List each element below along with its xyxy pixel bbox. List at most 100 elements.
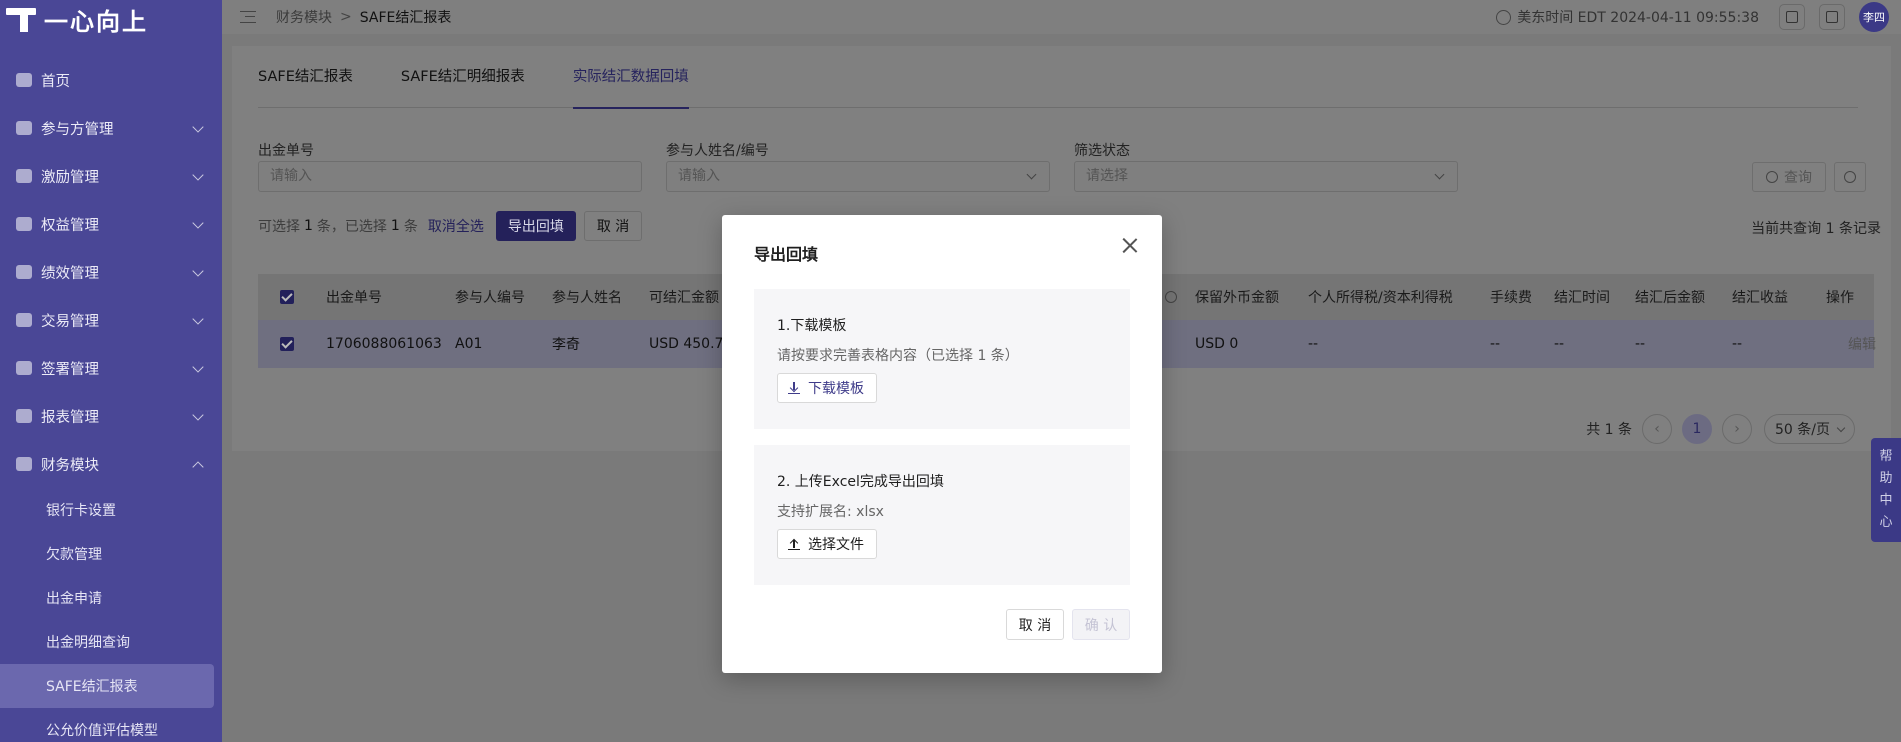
dialog-confirm-button[interactable]: 确 认 [1072,609,1130,640]
step1-title: 1.下载模板 [777,318,847,334]
choose-file-button[interactable]: 选择文件 [777,529,877,559]
edit-link[interactable]: 编辑 [1848,320,1876,368]
sidebar-item-home[interactable]: 首页 [0,56,222,104]
column-header: 结汇后金额 [1635,290,1705,306]
sidebar-item-incentive[interactable]: 激励管理 [0,152,222,200]
status-select[interactable]: 请选择 [1074,161,1458,192]
help-tooltip[interactable] [1163,274,1177,320]
sidebar-subitem-debt[interactable]: 欠款管理 [0,532,222,576]
chevron-down-icon [1026,169,1037,180]
upload-icon [788,538,800,550]
chevron-down-icon [192,169,204,181]
sidebar-item-finance[interactable]: 财务模块 [0,440,222,488]
pagination-total: 共 1 条 [1586,422,1633,438]
participant-select[interactable]: 请输入 [666,161,1050,192]
download-template-button[interactable]: 下载模板 [777,373,877,403]
column-header: 结汇收益 [1732,290,1788,306]
column-header: 参与人编号 [455,290,525,306]
sidebar-item-label: 交易管理 [41,313,99,330]
page-size-select[interactable]: 50 条/页 [1764,414,1855,444]
sidebar-item-label: 权益管理 [41,217,99,234]
query-button[interactable]: 查询 [1752,162,1826,192]
column-header: 操作 [1826,290,1854,306]
order-no-input[interactable]: 请输入 [258,161,642,192]
breadcrumb: 财务模块 > SAFE结汇报表 [276,7,451,27]
sidebar-subitem-fair-value[interactable]: 公允价值评估模型 [0,708,222,742]
choose-file-label: 选择文件 [808,537,864,553]
summary-count: 1 [1825,221,1835,237]
reset-button[interactable] [1834,162,1866,192]
chevron-up-icon [192,461,204,473]
selection-prefix: 可选择 [258,219,300,235]
breadcrumb-current: SAFE结汇报表 [359,10,452,26]
refresh-icon [1844,171,1856,183]
status-placeholder: 请选择 [1086,168,1128,184]
clipboard-icon [1786,11,1798,23]
checkbox-checked-icon [280,290,294,304]
sidebar: 一心向上 首页 参与方管理 激励管理 权益管理 绩效管理 交易管理 签署管理 报… [0,0,222,742]
timezone-clock: 美东时间 EDT 2024-04-11 09:55:38 [1517,10,1759,26]
gift-button[interactable] [1819,4,1845,30]
chevron-down-icon [192,313,204,325]
row-checkbox[interactable] [280,320,294,368]
help-char: 助 [1879,471,1893,486]
sidebar-subitem-withdraw-apply[interactable]: 出金申请 [0,576,222,620]
participant-placeholder: 请输入 [678,168,720,184]
dialog-title: 导出回填 [754,245,819,264]
report-icon [16,409,32,423]
cell-participant-no: A01 [455,336,483,352]
avatar[interactable]: 李四 [1859,2,1889,32]
sidebar-item-equity[interactable]: 权益管理 [0,200,222,248]
tab-actual-backfill[interactable]: 实际结汇数据回填 [572,46,689,109]
close-icon[interactable] [1120,235,1140,255]
help-char: 中 [1879,493,1893,508]
selectable-count: 1 [304,218,313,234]
breadcrumb-item[interactable]: 财务模块 [276,7,332,27]
cell-fee: -- [1490,336,1501,352]
sidebar-subitem-bank-card[interactable]: 银行卡设置 [0,488,222,532]
cell-amount: USD 450.7 [649,336,724,352]
column-header: 结汇时间 [1554,290,1610,306]
sidebar-subitem-withdraw-detail[interactable]: 出金明细查询 [0,620,222,664]
chevron-down-icon [1434,169,1445,180]
sidebar-subitem-safe-report[interactable]: SAFE结汇报表 [0,664,214,708]
task-button[interactable] [1779,4,1805,30]
header-right: 美东时间 EDT 2024-04-11 09:55:38 李四 [1496,0,1901,34]
sidebar-item-report[interactable]: 报表管理 [0,392,222,440]
sidebar-item-label: 激励管理 [41,169,99,186]
menu-fold-icon[interactable] [240,11,256,23]
help-center-button[interactable]: 帮 助 中 心 [1871,438,1901,542]
incentive-icon [16,169,32,183]
tab-bar: SAFE结汇报表 SAFE结汇明细报表 实际结汇数据回填 [258,46,1858,109]
sidebar-item-participants[interactable]: 参与方管理 [0,104,222,152]
prev-page-button[interactable]: ‹ [1642,414,1673,444]
gift-icon [1826,11,1838,23]
brand-logo[interactable]: 一心向上 [0,0,222,38]
cell-order-no: 1706088061063 [326,336,442,352]
page-number[interactable]: 1 [1682,414,1713,444]
selected-count: 1 [390,218,400,234]
sidebar-item-performance[interactable]: 绩效管理 [0,248,222,296]
search-icon [1766,171,1778,183]
sidebar-item-trade[interactable]: 交易管理 [0,296,222,344]
clock-icon [1496,9,1512,25]
select-all-checkbox[interactable] [280,274,294,320]
cell-time: -- [1554,336,1565,352]
sidebar-item-label: 报表管理 [41,409,99,426]
step-download-panel: 1.下载模板 请按要求完善表格内容（已选择 1 条） 下载模板 [754,289,1130,429]
tab-safe-detail-report[interactable]: SAFE结汇明细报表 [401,46,525,108]
sidebar-item-sign[interactable]: 签署管理 [0,344,222,392]
column-header: 个人所得税/资本利得税 [1308,290,1453,306]
next-page-button[interactable]: › [1722,414,1753,444]
cancel-selection-button[interactable]: 取 消 [583,211,643,241]
breadcrumb-separator: > [340,9,352,25]
selection-bar: 可选择 1 条，已选择 1 条 取消全选 导出回填 取 消 [258,211,643,241]
step1-description: 请按要求完善表格内容（已选择 1 条） [777,348,1019,364]
tab-safe-report[interactable]: SAFE结汇报表 [258,46,353,108]
export-backfill-button[interactable]: 导出回填 [495,211,576,241]
top-header: 财务模块 > SAFE结汇报表 美东时间 EDT 2024-04-11 09:5… [222,0,1901,34]
sidebar-item-label: 参与方管理 [41,121,114,138]
dialog-cancel-button[interactable]: 取 消 [1006,609,1064,640]
logo-icon [6,6,36,32]
deselect-all-link[interactable]: 取消全选 [428,216,484,236]
